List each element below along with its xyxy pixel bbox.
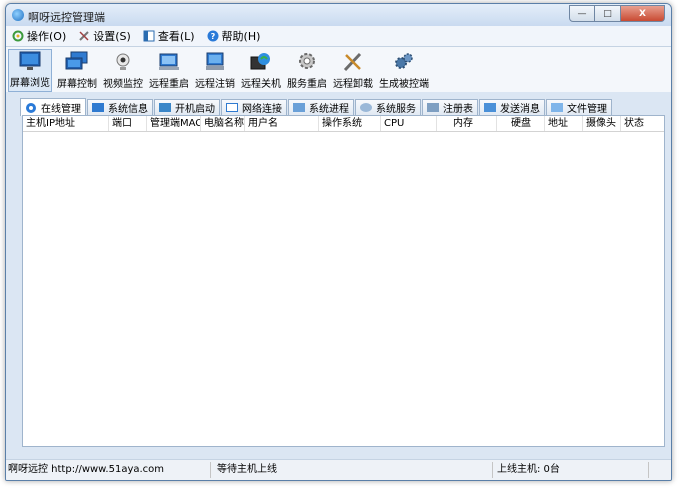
- tool-remote-logoff[interactable]: 远程注销: [194, 47, 236, 92]
- tab-file-manage-label: 文件管理: [567, 104, 607, 115]
- menu-view-label: 查看(L): [157, 30, 195, 43]
- monitor-control-icon: [65, 51, 88, 70]
- col-cpu[interactable]: CPU: [381, 116, 437, 131]
- col-status[interactable]: 状态: [621, 116, 659, 131]
- tab-services-label: 系统服务: [376, 104, 416, 115]
- tab-startup[interactable]: 开机启动: [154, 99, 220, 115]
- tool-remote-shutdown[interactable]: 远程关机: [240, 47, 282, 92]
- status-waiting: 等待主机上线: [211, 462, 493, 478]
- tool-service-restart-label: 服务重启: [287, 79, 327, 90]
- col-disk[interactable]: 硬盘: [497, 116, 545, 131]
- tool-build-client[interactable]: 生成被控端: [378, 47, 430, 92]
- col-host-ip[interactable]: 主机IP地址: [23, 116, 109, 131]
- menu-view[interactable]: 查看(L): [143, 28, 195, 44]
- menu-bar: 操作(O) 设置(S) 查看(L) ? 帮助(H): [6, 26, 671, 47]
- tab-process[interactable]: 系统进程: [288, 99, 354, 115]
- services-icon: [360, 103, 372, 112]
- host-table-header: 主机IP地址 端口 管理端MAC 电脑名称 用户名 操作系统 CPU 内存 硬盘…: [23, 116, 664, 132]
- build-icon: [395, 53, 413, 69]
- tool-build-client-label: 生成被控端: [379, 79, 429, 90]
- gear-refresh-icon: [12, 30, 24, 42]
- tab-send-message[interactable]: 发送消息: [479, 99, 545, 115]
- app-logo-icon: [12, 9, 24, 21]
- svg-text:?: ?: [210, 32, 215, 41]
- service-icon: [299, 53, 315, 69]
- menu-settings[interactable]: 设置(S): [78, 28, 131, 44]
- tab-online-manage-label: 在线管理: [41, 104, 81, 115]
- file-manage-icon: [551, 103, 563, 112]
- menu-operate-label: 操作(O): [27, 30, 67, 43]
- menu-help-label: 帮助(H): [221, 30, 261, 43]
- tool-remote-uninstall-label: 远程卸载: [333, 79, 373, 90]
- tool-remote-logoff-label: 远程注销: [195, 79, 235, 90]
- tab-process-label: 系统进程: [309, 104, 349, 115]
- tab-services[interactable]: 系统服务: [355, 99, 421, 115]
- status-bar: 啊呀远控 http://www.51aya.com 等待主机上线 上线主机: 0…: [6, 459, 671, 480]
- tool-remote-restart-label: 远程重启: [149, 79, 189, 90]
- toolbar: 屏幕浏览 屏幕控制 视频监控 远程重启 远程注销 远程关机 服务重启 远程卸载: [6, 47, 671, 92]
- tab-system-info[interactable]: 系统信息: [87, 99, 153, 115]
- startup-icon: [159, 103, 171, 112]
- menu-settings-label: 设置(S): [93, 30, 131, 43]
- webcam-icon: [116, 53, 130, 70]
- col-address[interactable]: 地址: [545, 116, 583, 131]
- shutdown-icon: [250, 53, 270, 70]
- registry-icon: [427, 103, 439, 112]
- monitor-icon: [19, 51, 41, 70]
- col-camera[interactable]: 摄像头: [583, 116, 621, 131]
- tool-video-monitor-label: 视频监控: [103, 79, 143, 90]
- status-online-count: 上线主机: 0台: [493, 462, 649, 478]
- window-title: 啊呀远控管理端: [28, 11, 105, 24]
- tab-startup-label: 开机启动: [175, 104, 215, 115]
- col-computer-name[interactable]: 电脑名称: [201, 116, 245, 131]
- tool-screen-control[interactable]: 屏幕控制: [56, 47, 98, 92]
- tab-network[interactable]: 网络连接: [221, 99, 287, 115]
- online-icon: [26, 102, 36, 113]
- tab-send-message-label: 发送消息: [500, 104, 540, 115]
- message-icon: [484, 103, 496, 112]
- window-controls: — □ X: [569, 5, 665, 22]
- status-site: 啊呀远控 http://www.51aya.com: [6, 462, 211, 478]
- col-port[interactable]: 端口: [109, 116, 147, 131]
- menu-help[interactable]: ? 帮助(H): [207, 28, 261, 44]
- minimize-button[interactable]: —: [569, 5, 595, 22]
- tab-network-label: 网络连接: [242, 104, 282, 115]
- tool-remote-restart[interactable]: 远程重启: [148, 47, 190, 92]
- tab-registry-label: 注册表: [443, 104, 473, 115]
- col-username[interactable]: 用户名: [245, 116, 319, 131]
- col-memory[interactable]: 内存: [437, 116, 497, 131]
- view-icon: [143, 30, 155, 42]
- tab-strip: 在线管理 系统信息 开机启动 网络连接 系统进程 系统服务 注册表 发送消息 文…: [20, 98, 613, 116]
- col-mac[interactable]: 管理端MAC: [147, 116, 201, 131]
- title-bar[interactable]: 啊呀远控管理端 — □ X: [6, 4, 671, 26]
- tool-remote-uninstall[interactable]: 远程卸载: [332, 47, 374, 92]
- tools-icon: [79, 31, 89, 41]
- col-os[interactable]: 操作系统: [319, 116, 381, 131]
- process-icon: [293, 103, 305, 112]
- tab-file-manage[interactable]: 文件管理: [546, 99, 612, 115]
- app-window: 啊呀远控管理端 — □ X 操作(O) 设置(S) 查看(L) ? 帮助(H) …: [5, 3, 672, 481]
- menu-operate[interactable]: 操作(O): [12, 28, 66, 44]
- tool-screen-browse[interactable]: 屏幕浏览: [8, 49, 52, 92]
- uninstall-icon: [343, 52, 362, 72]
- network-icon: [226, 103, 238, 112]
- tool-video-monitor[interactable]: 视频监控: [102, 47, 144, 92]
- tab-system-info-label: 系统信息: [108, 104, 148, 115]
- maximize-button[interactable]: □: [595, 5, 621, 22]
- restart-icon: [159, 53, 179, 70]
- close-button[interactable]: X: [621, 5, 665, 22]
- tool-remote-shutdown-label: 远程关机: [241, 79, 281, 90]
- tab-registry[interactable]: 注册表: [422, 99, 478, 115]
- help-icon: ?: [207, 30, 219, 42]
- logoff-icon: [206, 52, 224, 70]
- system-info-icon: [92, 103, 104, 112]
- tool-screen-control-label: 屏幕控制: [57, 79, 97, 90]
- host-list-panel: 主机IP地址 端口 管理端MAC 电脑名称 用户名 操作系统 CPU 内存 硬盘…: [22, 115, 665, 447]
- tool-screen-browse-label: 屏幕浏览: [10, 78, 50, 89]
- tool-service-restart[interactable]: 服务重启: [286, 47, 328, 92]
- tab-online-manage[interactable]: 在线管理: [20, 98, 86, 116]
